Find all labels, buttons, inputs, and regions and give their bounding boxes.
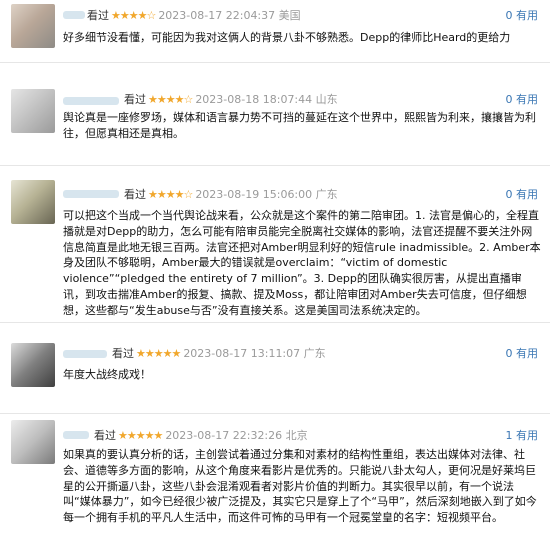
- useful-vote-button[interactable]: 0 有用: [506, 93, 539, 107]
- username[interactable]: [63, 190, 119, 198]
- watched-label: 看过: [112, 347, 134, 360]
- user-avatar[interactable]: [11, 4, 55, 48]
- rating-stars-icon: ★★★★☆: [148, 93, 193, 106]
- review-meta: 看过 ★★★★★ 2023-08-17 13:11:07 广东: [112, 347, 326, 361]
- review-item: 看过 ★★★★☆ 2023-08-19 15:06:00 广东 0 有用 可以把这个…: [0, 166, 550, 322]
- username[interactable]: [63, 97, 119, 105]
- useful-vote-button[interactable]: 1 有用: [506, 429, 539, 443]
- user-avatar[interactable]: [11, 343, 55, 387]
- useful-vote-button[interactable]: 0 有用: [506, 9, 539, 23]
- review-meta: 看过 ★★★★☆ 2023-08-19 15:06:00 广东: [124, 188, 338, 202]
- watched-label: 看过: [87, 9, 109, 22]
- rating-stars-icon: ★★★★☆: [148, 188, 193, 201]
- rating-stars-icon: ★★★★★: [118, 429, 163, 442]
- review-item: 看过 ★★★★★ 2023-08-17 13:11:07 广东 0 有用 年度大战终…: [0, 323, 550, 413]
- user-avatar[interactable]: [11, 89, 55, 133]
- review-content: 好多细节没看懂，可能因为我对这俩人的背景八卦不够熟悉。Depp的律师比Heard…: [63, 31, 511, 44]
- review-meta: 看过 ★★★★★ 2023-08-17 22:32:26 北京: [94, 429, 308, 443]
- review-content: 如果真的要认真分析的话，主创尝试着通过分集和对素材的结构性重组，表达出媒体对法律…: [63, 448, 537, 525]
- useful-vote-button[interactable]: 0 有用: [506, 347, 539, 361]
- watched-label: 看过: [94, 429, 116, 442]
- review-content: 可以把这个当成一个当代舆论战来看，公众就是这个案件的第二陪审团。1. 法官是偏心…: [63, 209, 541, 317]
- review-meta: 看过 ★★★★☆ 2023-08-18 18:07:44 山东: [124, 93, 338, 107]
- watched-label: 看过: [124, 93, 146, 106]
- review-content: 舆论真是一座修罗场，媒体和语言暴力势不可挡的蔓延在这个世界中，熙熙皆为利来，攘攘…: [63, 111, 536, 140]
- rating-stars-icon: ★★★★★: [136, 347, 181, 360]
- username[interactable]: [63, 350, 107, 358]
- review-item: 看过 ★★★★☆ 2023-08-18 18:07:44 山东 0 有用 舆论真是一…: [0, 63, 550, 165]
- watched-label: 看过: [124, 188, 146, 201]
- user-avatar[interactable]: [11, 420, 55, 464]
- user-avatar[interactable]: [11, 180, 55, 224]
- review-item: 看过 ★★★★☆ 2023-08-17 22:04:37 美国 0 有用 好多细节没…: [0, 0, 550, 62]
- review-timestamp: 2023-08-19 15:06:00 广东: [195, 188, 338, 201]
- review-timestamp: 2023-08-17 13:11:07 广东: [183, 347, 326, 360]
- username[interactable]: [63, 11, 85, 19]
- review-content: 年度大战终成戏！: [63, 368, 151, 381]
- useful-vote-button[interactable]: 0 有用: [506, 188, 539, 202]
- review-meta: 看过 ★★★★☆ 2023-08-17 22:04:37 美国: [87, 9, 301, 23]
- rating-stars-icon: ★★★★☆: [111, 9, 156, 22]
- username[interactable]: [63, 431, 89, 439]
- review-timestamp: 2023-08-18 18:07:44 山东: [195, 93, 338, 106]
- review-item: 看过 ★★★★★ 2023-08-17 22:32:26 北京 1 有用 如果真的要…: [0, 414, 550, 548]
- review-timestamp: 2023-08-17 22:32:26 北京: [165, 429, 308, 442]
- review-timestamp: 2023-08-17 22:04:37 美国: [158, 9, 301, 22]
